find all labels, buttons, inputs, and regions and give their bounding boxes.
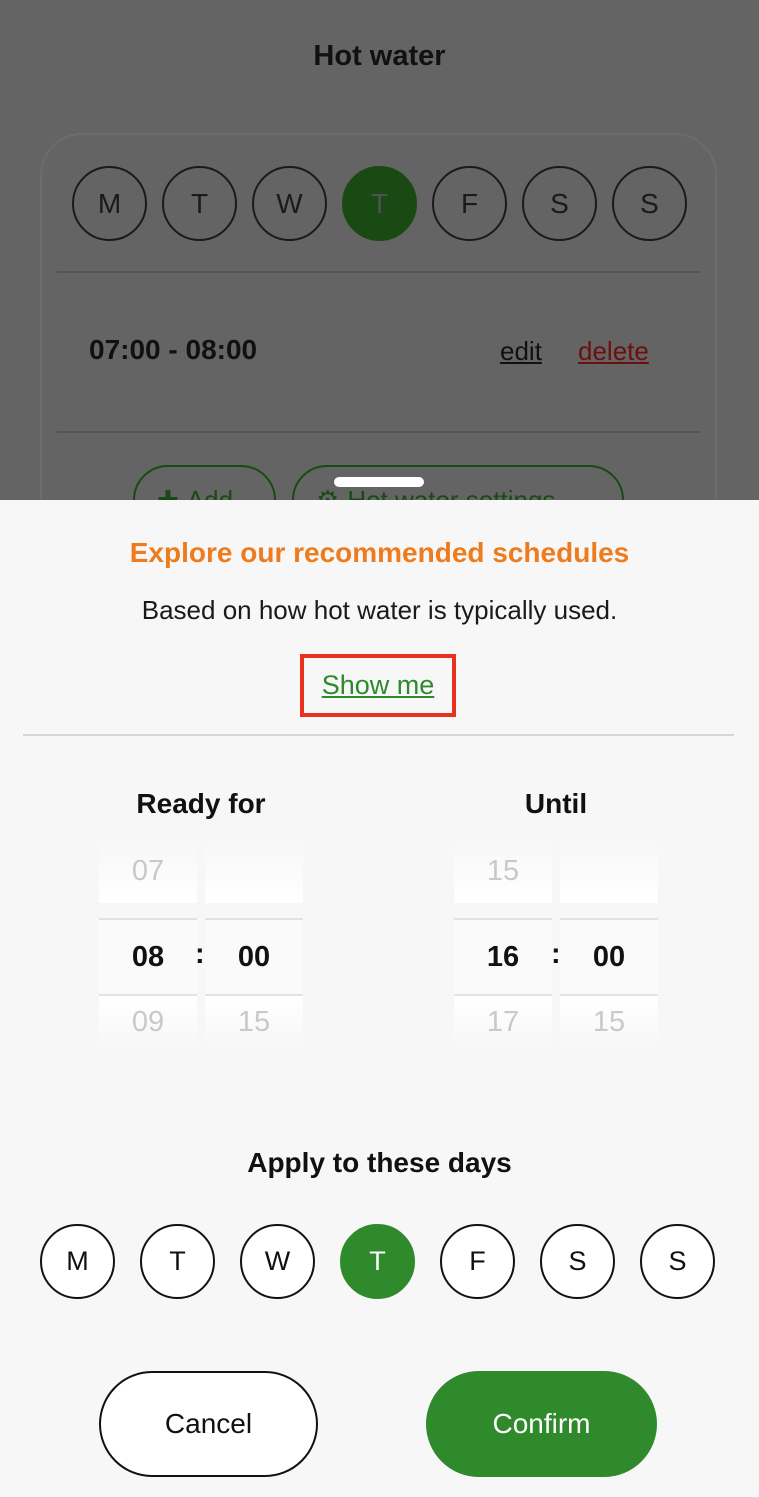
day-toggle-sat[interactable]: S [540, 1224, 615, 1299]
ready-hour-prev: 07 [99, 839, 197, 903]
until-hour-prev: 15 [454, 839, 552, 903]
day-toggle-fri[interactable]: F [440, 1224, 515, 1299]
explore-title: Explore our recommended schedules [129, 537, 630, 568]
bg-day-tue: T [162, 166, 237, 241]
bg-day-thu: T [342, 166, 417, 241]
bg-day-sat: S [522, 166, 597, 241]
ready-minute-picker[interactable]: 00 15 [205, 839, 303, 1050]
ready-hour-next: 09 [99, 996, 197, 1048]
day-toggle-tue[interactable]: T [140, 1224, 215, 1299]
day-toggle-sun[interactable]: S [640, 1224, 715, 1299]
ready-minute-next: 15 [205, 996, 303, 1048]
until-minute-current: 00 [560, 918, 658, 996]
day-toggle-mon[interactable]: M [40, 1224, 115, 1299]
cancel-button[interactable]: Cancel [99, 1371, 318, 1477]
until-minute-prev [560, 839, 658, 903]
until-minute-picker[interactable]: 00 15 [560, 839, 658, 1050]
day-selector: M T W T F S S [40, 1224, 715, 1299]
day-toggle-wed[interactable]: W [240, 1224, 315, 1299]
bg-day-sun: S [612, 166, 687, 241]
bg-day-fri: F [432, 166, 507, 241]
card-divider-bottom [57, 431, 700, 433]
confirm-button[interactable]: Confirm [426, 1371, 657, 1477]
day-toggle-thu[interactable]: T [340, 1224, 415, 1299]
bg-day-mon: M [72, 166, 147, 241]
background-day-selector: M T W T F S S [72, 166, 687, 241]
edit-link: edit [500, 336, 542, 366]
explore-subtitle: Based on how hot water is typically used… [141, 595, 618, 625]
until-hour-next: 17 [454, 996, 552, 1048]
ready-hour-picker[interactable]: 07 08 09 [99, 839, 197, 1050]
sheet-grabber[interactable] [334, 477, 424, 487]
until-minute-next: 15 [560, 996, 658, 1048]
sheet-divider [23, 734, 734, 736]
show-me-link[interactable]: Show me [322, 670, 435, 701]
slot-time: 07:00 - 08:00 [89, 334, 258, 365]
bg-day-wed: W [252, 166, 327, 241]
until-title: Until [524, 788, 588, 819]
delete-link: delete [578, 336, 649, 366]
page-title: Hot water [313, 40, 446, 72]
apply-days-title: Apply to these days [247, 1147, 512, 1178]
ready-for-title: Ready for [136, 788, 266, 819]
ready-time-separator: : [195, 938, 205, 970]
ready-minute-current: 00 [205, 918, 303, 996]
card-divider-top [57, 271, 700, 273]
until-hour-current: 16 [454, 918, 552, 996]
ready-minute-prev [205, 839, 303, 903]
show-me-highlight: Show me [300, 654, 456, 717]
until-hour-picker[interactable]: 15 16 17 [454, 839, 552, 1050]
ready-hour-current: 08 [99, 918, 197, 996]
